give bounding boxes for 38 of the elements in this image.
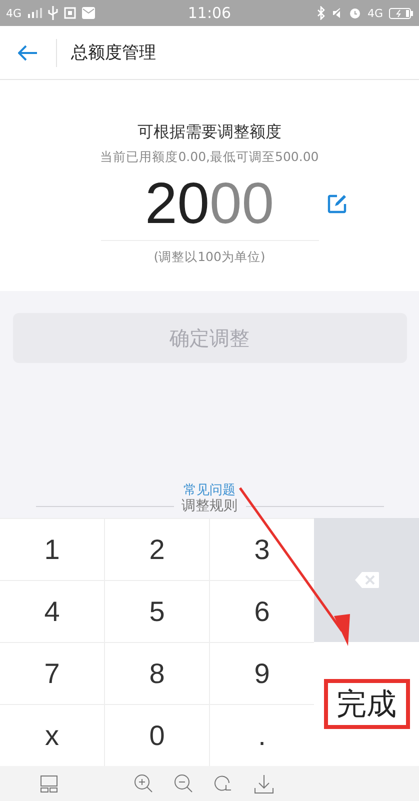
zoom-in-icon[interactable] xyxy=(134,774,154,794)
keypad-key[interactable]: 6 xyxy=(210,581,314,642)
done-key[interactable]: 完成 xyxy=(324,679,410,729)
rules-link[interactable]: 调整规则 xyxy=(182,498,238,514)
keypad-key[interactable]: 5 xyxy=(105,581,209,642)
zoom-out-icon[interactable] xyxy=(174,774,194,794)
keypad-key[interactable]: 4 xyxy=(0,581,104,642)
backspace-key[interactable] xyxy=(314,518,419,642)
keypad-key[interactable]: 9 xyxy=(210,643,314,704)
usb-icon xyxy=(48,6,58,20)
thumbnail-icon[interactable] xyxy=(40,774,58,792)
amount-field[interactable]: 2000 xyxy=(144,168,274,240)
network-label: 4G xyxy=(6,6,22,20)
battery-icon xyxy=(388,8,413,18)
keypad-key[interactable]: 7 xyxy=(0,643,104,704)
edit-icon[interactable] xyxy=(326,194,346,214)
keypad-key[interactable]: 2 xyxy=(105,519,209,580)
status-time: 11:06 xyxy=(188,4,232,22)
keypad-key[interactable]: x xyxy=(0,705,104,766)
back-arrow-icon[interactable] xyxy=(18,44,38,60)
mail-icon xyxy=(82,7,95,19)
bluetooth-icon xyxy=(317,6,326,20)
rotate-icon[interactable] xyxy=(214,774,234,794)
network-label: 4G xyxy=(367,6,383,20)
download-icon[interactable] xyxy=(254,774,274,794)
intro-note: 当前已用额度0.00,最低可调至500.00 xyxy=(100,149,319,166)
intro-heading: 可根据需要调整额度 xyxy=(138,122,282,143)
keypad-key[interactable]: 0 xyxy=(105,705,209,766)
sim-icon xyxy=(64,7,76,19)
page-title: 总额度管理 xyxy=(71,42,156,64)
keypad-key[interactable]: 3 xyxy=(210,519,314,580)
keypad-key[interactable]: 8 xyxy=(105,643,209,704)
keypad-key[interactable]: . xyxy=(210,705,314,766)
alarm-icon xyxy=(349,7,362,19)
keypad-key[interactable]: 1 xyxy=(0,519,104,580)
signal-icon xyxy=(28,8,42,18)
unit-note: (调整以100为单位) xyxy=(154,249,266,266)
backspace-icon xyxy=(354,571,380,589)
